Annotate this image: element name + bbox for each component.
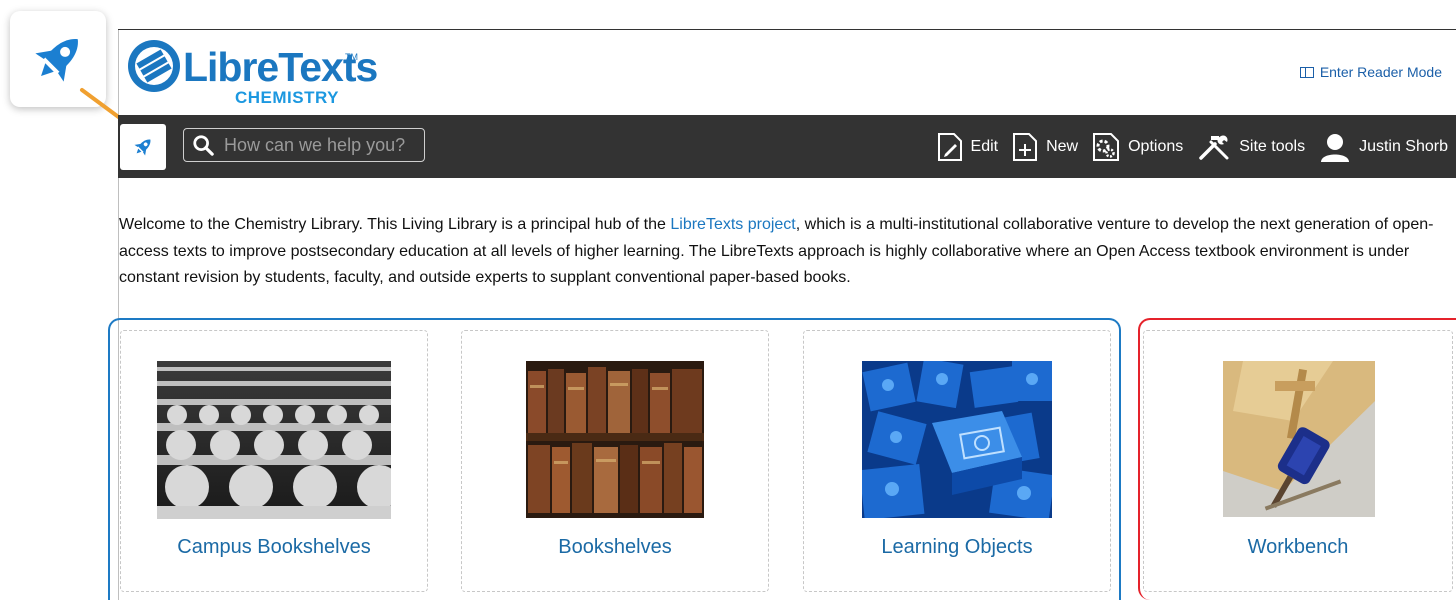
reader-mode-label: Enter Reader Mode — [1319, 64, 1442, 80]
edit-icon — [937, 133, 962, 161]
rocket-icon — [134, 139, 151, 156]
rocket-icon — [35, 39, 78, 82]
rocket-button[interactable] — [120, 124, 166, 170]
new-button[interactable]: New — [1012, 132, 1078, 162]
search-icon — [193, 135, 214, 156]
options-button[interactable]: Options — [1092, 132, 1183, 162]
card-campus-bookshelves[interactable]: Campus Bookshelves — [120, 330, 428, 592]
card-label[interactable]: Bookshelves — [462, 536, 768, 559]
libretexts-project-link[interactable]: LibreTexts project — [670, 216, 795, 233]
toolbar-actions: Edit New Options Site tools Justin Shorb — [937, 131, 1448, 163]
tools-icon — [1199, 135, 1229, 160]
card-bookshelves[interactable]: Bookshelves — [461, 330, 769, 592]
edit-button[interactable]: Edit — [937, 132, 999, 162]
card-label[interactable]: Workbench — [1144, 536, 1452, 559]
new-label: New — [1046, 138, 1079, 155]
lecture-hall-image — [157, 361, 391, 519]
old-books-image — [526, 361, 704, 518]
card-workbench[interactable]: Workbench — [1143, 330, 1453, 592]
card-label[interactable]: Learning Objects — [804, 536, 1110, 559]
gear-icon — [1093, 133, 1120, 161]
logo-trademark: TM — [345, 52, 358, 62]
edit-label: Edit — [970, 138, 999, 155]
card-learning-objects[interactable]: Learning Objects — [803, 330, 1111, 592]
site-tools-button[interactable]: Site tools — [1197, 132, 1305, 162]
options-label: Options — [1128, 138, 1184, 155]
enter-reader-mode-link[interactable]: Enter Reader Mode — [1299, 64, 1442, 80]
search-box[interactable] — [183, 128, 425, 162]
new-page-icon — [1013, 133, 1038, 161]
intro-text-start: Welcome to the Chemistry Library. This L… — [119, 216, 671, 233]
search-input[interactable] — [222, 133, 416, 157]
intro-paragraph: Welcome to the Chemistry Library. This L… — [119, 212, 1439, 292]
user-menu-button[interactable]: Justin Shorb — [1319, 132, 1448, 162]
reader-mode-icon — [1299, 66, 1314, 78]
site-tools-label: Site tools — [1239, 138, 1306, 155]
card-label[interactable]: Campus Bookshelves — [121, 536, 427, 559]
frame-top-border — [118, 29, 1456, 30]
logo-subtitle: CHEMISTRY — [235, 88, 339, 107]
workbench-vise-image — [1223, 361, 1375, 517]
blue-bricks-image — [862, 361, 1052, 518]
user-name-label: Justin Shorb — [1359, 138, 1448, 155]
user-icon — [1321, 134, 1350, 162]
